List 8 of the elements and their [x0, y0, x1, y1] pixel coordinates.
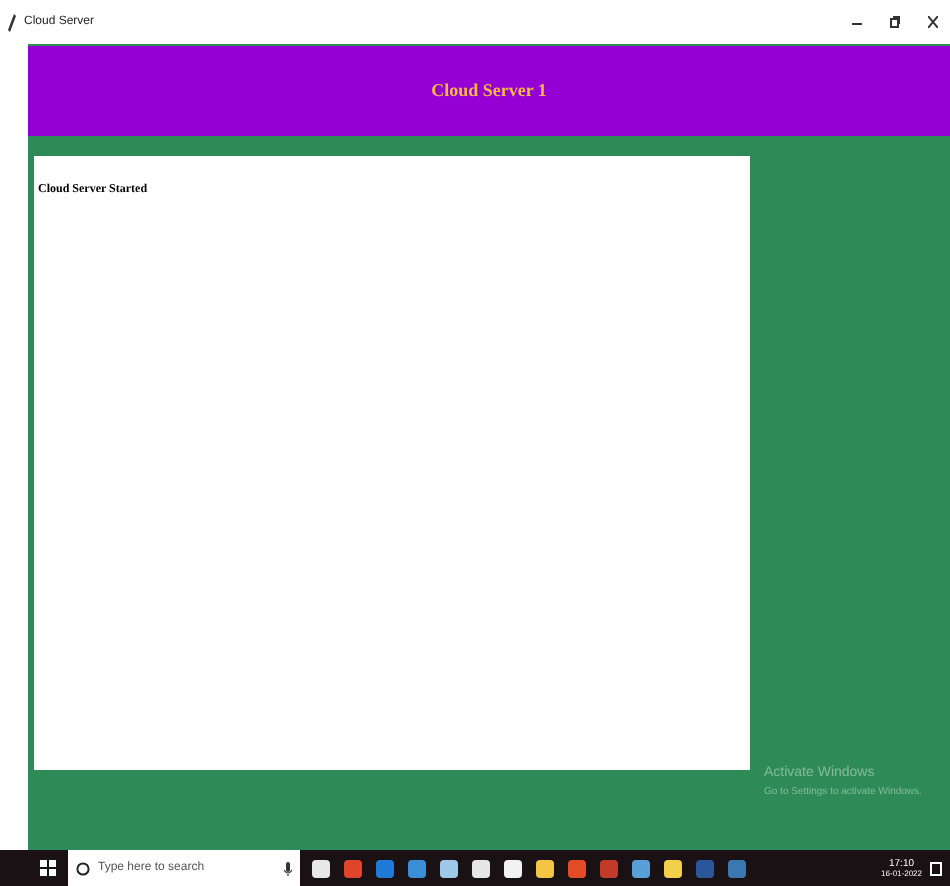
search-icon: [76, 861, 90, 875]
notification-icon[interactable]: [930, 861, 942, 875]
close-icon[interactable]: [928, 16, 938, 28]
microphone-icon[interactable]: [284, 861, 292, 875]
windows-icon[interactable]: [40, 860, 56, 876]
maximize-icon[interactable]: [890, 16, 900, 28]
header-title: Cloud Server 1: [431, 77, 547, 104]
minimize-icon[interactable]: [852, 17, 862, 27]
